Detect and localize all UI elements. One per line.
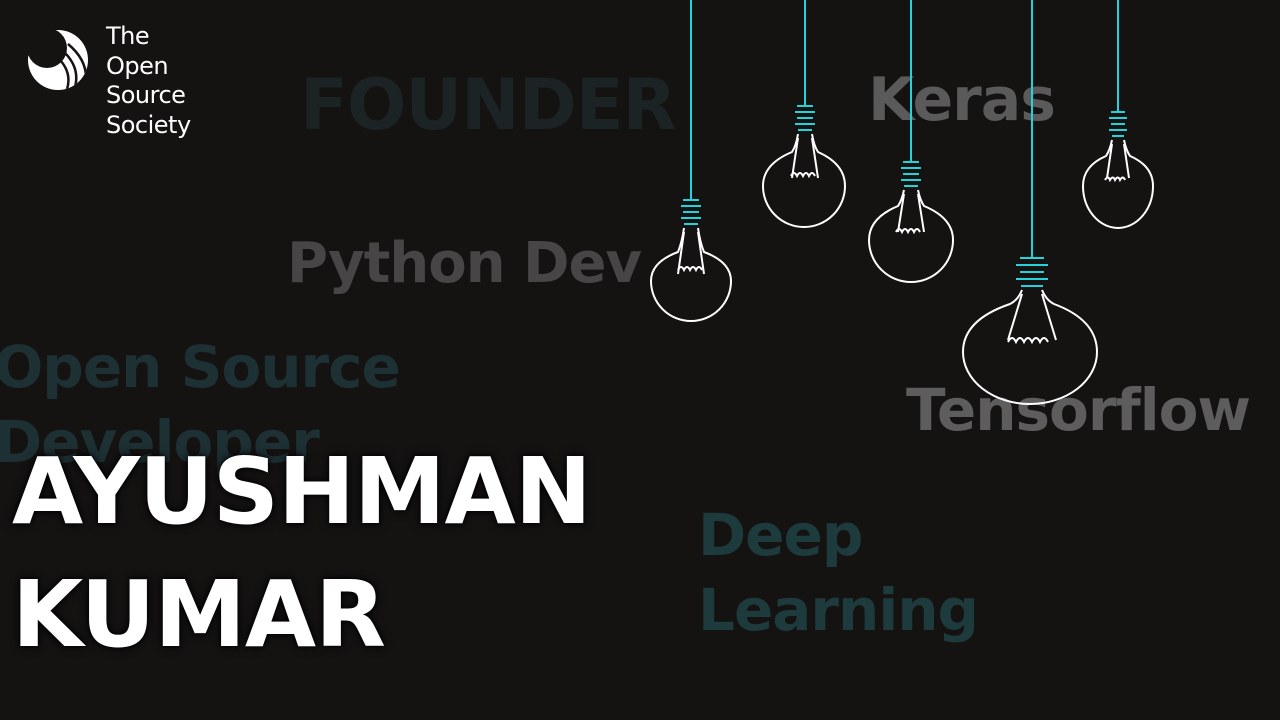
hanging-lightbulb-icon — [649, 0, 733, 322]
logo-wordmark: The Open Source Society — [106, 22, 191, 140]
logo-line-the: The — [106, 22, 150, 50]
logo-line-society: Society — [106, 110, 191, 139]
hanging-lightbulb-icon — [961, 0, 1099, 405]
speaker-name: AYUSHMAN KUMAR — [12, 430, 592, 676]
speaker-last-name: KUMAR — [12, 561, 386, 668]
title-card: FOUNDER Keras Python Dev Open Source Dev… — [0, 0, 1280, 720]
open-source-society-logo-icon — [27, 28, 88, 90]
logo-line-open: Open — [106, 51, 169, 80]
speaker-first-name: AYUSHMAN — [12, 438, 592, 545]
hanging-lightbulb-icon — [867, 0, 955, 283]
hanging-lightbulb-icon — [761, 0, 847, 228]
hanging-lightbulb-icon — [1081, 0, 1155, 229]
logo-line-source: Source — [106, 81, 186, 110]
